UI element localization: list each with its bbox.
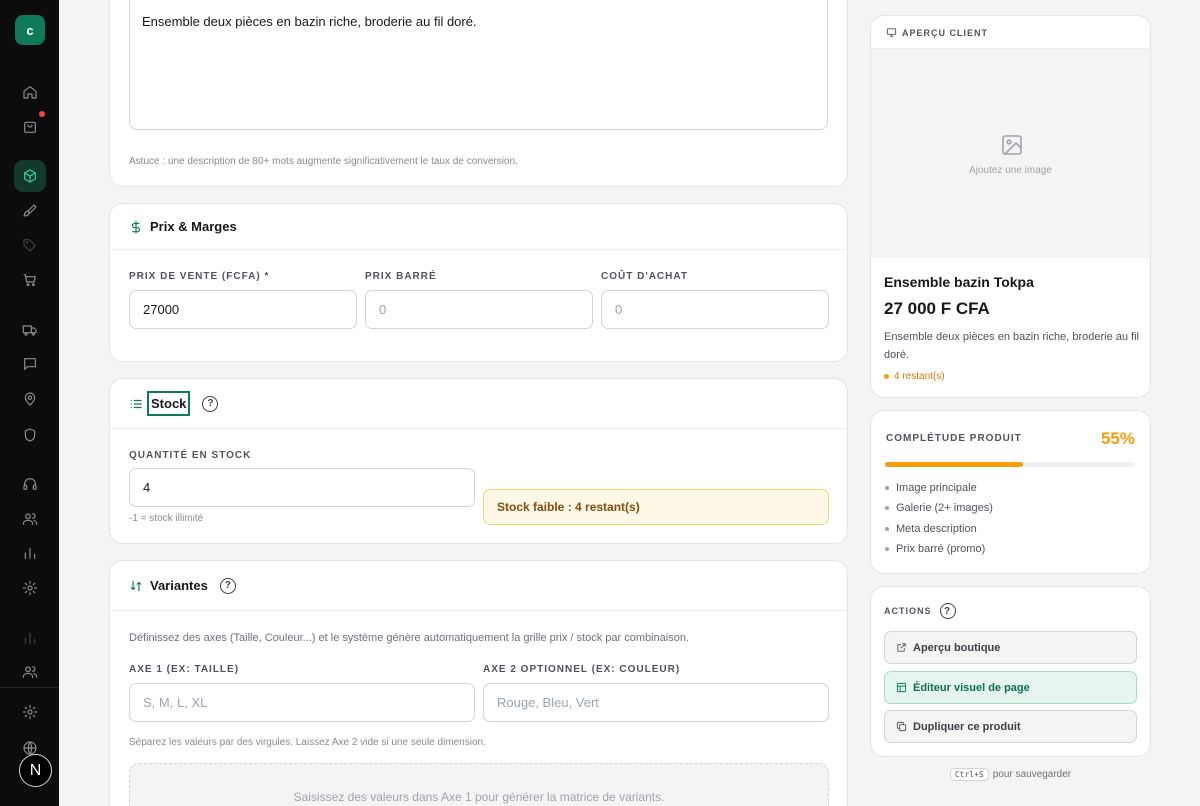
axis2-input[interactable]: Rouge, Bleu, Vert bbox=[483, 683, 829, 722]
box-icon[interactable] bbox=[18, 164, 42, 188]
bag-icon[interactable] bbox=[18, 115, 42, 139]
pricing-header: Prix & Marges bbox=[110, 204, 847, 250]
preview-header: APERÇU CLIENT bbox=[886, 27, 988, 38]
shortcut-key: Ctrl+S bbox=[949, 768, 989, 781]
description-textarea[interactable]: Ensemble deux pièces en bazin riche, bro… bbox=[129, 0, 828, 130]
brush-icon[interactable] bbox=[18, 199, 42, 223]
variants-card: Variantes ? Définissez des axes (Taille,… bbox=[109, 560, 848, 806]
gear-2-icon[interactable] bbox=[18, 700, 42, 724]
list-icon bbox=[130, 399, 142, 408]
chart-dim-icon[interactable] bbox=[18, 626, 42, 650]
actions-card: ACTIONS ? Aperçu boutique Éditeur visuel… bbox=[870, 586, 1151, 757]
shortcut-text: pour sauvegarder bbox=[992, 769, 1072, 780]
avatar[interactable]: N bbox=[19, 754, 52, 787]
external-link-icon bbox=[897, 643, 906, 652]
stock-title: Stock bbox=[147, 391, 191, 416]
struck-price-label: PRIX BARRÉ bbox=[365, 271, 437, 282]
preview-product-name: Ensemble bazin Tokpa bbox=[884, 274, 1034, 290]
users-2-icon[interactable] bbox=[18, 660, 42, 684]
preview-card: APERÇU CLIENT Ajoutez une image Ensemble… bbox=[870, 15, 1151, 398]
sidebar: c N bbox=[0, 0, 59, 806]
shield-icon[interactable] bbox=[18, 423, 42, 447]
variants-hint: Séparez les valeurs par des virgules. La… bbox=[129, 737, 486, 748]
preview-stock-note: 4 restant(s) bbox=[884, 371, 945, 382]
headset-icon[interactable] bbox=[18, 472, 42, 496]
preview-stock-text: 4 restant(s) bbox=[894, 371, 945, 382]
actions-header: ACTIONS ? bbox=[884, 603, 956, 619]
completeness-progress bbox=[885, 462, 1135, 467]
preview-price: 27 000 F CFA bbox=[884, 299, 990, 318]
description-hint: Astuce : une description de 80+ mots aug… bbox=[129, 156, 518, 167]
home-icon[interactable] bbox=[18, 80, 42, 104]
users-icon[interactable] bbox=[18, 507, 42, 531]
preview-description: Ensemble deux pièces en bazin riche, bro… bbox=[884, 331, 1139, 361]
axis2-label: AXE 2 OPTIONNEL (EX: COULEUR) bbox=[483, 664, 681, 675]
chart-icon[interactable] bbox=[18, 541, 42, 565]
completeness-card: COMPLÉTUDE PRODUIT 55% Image principale … bbox=[870, 410, 1151, 574]
variants-header: Variantes ? bbox=[110, 561, 847, 611]
variants-intro: Définissez des axes (Taille, Couleur...)… bbox=[129, 632, 690, 644]
image-icon bbox=[1000, 133, 1024, 157]
truck-icon[interactable] bbox=[18, 318, 42, 342]
gear-icon[interactable] bbox=[18, 576, 42, 600]
preview-image: Ajoutez une image bbox=[871, 48, 1150, 258]
completeness-progress-fill bbox=[885, 462, 1023, 467]
checklist-item: Prix barré (promo) bbox=[885, 543, 985, 555]
tag-icon[interactable] bbox=[18, 233, 42, 257]
dollar-icon bbox=[131, 220, 141, 233]
stock-qty-label: QUANTITÉ EN STOCK bbox=[129, 450, 252, 461]
brand-logo[interactable]: c bbox=[15, 15, 45, 45]
location-icon[interactable] bbox=[18, 387, 42, 411]
completeness-title: COMPLÉTUDE PRODUIT bbox=[886, 433, 1022, 444]
variants-title: Variantes bbox=[150, 578, 208, 593]
low-stock-alert: Stock faible : 4 restant(s) bbox=[483, 489, 829, 525]
notification-dot bbox=[39, 111, 45, 117]
monitor-icon bbox=[886, 28, 897, 37]
description-text: Ensemble deux pièces en bazin riche, bro… bbox=[142, 14, 477, 29]
layout-icon bbox=[896, 682, 907, 693]
sale-price-label: PRIX DE VENTE (FCFA) * bbox=[129, 271, 270, 282]
pricing-title: Prix & Marges bbox=[150, 219, 237, 234]
help-icon[interactable]: ? bbox=[219, 577, 236, 594]
axis1-input[interactable]: S, M, L, XL bbox=[129, 683, 475, 722]
struck-price-input[interactable]: 0 bbox=[365, 290, 593, 329]
shop-preview-button[interactable]: Aperçu boutique bbox=[884, 631, 1137, 664]
checklist-item: Meta description bbox=[885, 523, 977, 535]
chat-icon[interactable] bbox=[18, 352, 42, 376]
completeness-percent: 55% bbox=[1100, 429, 1135, 448]
help-icon[interactable]: ? bbox=[202, 395, 219, 412]
stock-qty-hint: -1 = stock illimité bbox=[129, 513, 204, 524]
save-shortcut-hint: Ctrl+S pour sauvegarder bbox=[870, 768, 1151, 781]
arrows-icon bbox=[130, 580, 142, 591]
variants-empty-text: Saisissez des valeurs dans Axe 1 pour gé… bbox=[293, 790, 665, 804]
sidebar-divider bbox=[0, 687, 59, 688]
visual-editor-button[interactable]: Éditeur visuel de page bbox=[884, 671, 1137, 704]
actions-title: ACTIONS bbox=[884, 606, 932, 616]
description-card: Ensemble deux pièces en bazin riche, bro… bbox=[109, 0, 848, 187]
help-icon[interactable]: ? bbox=[939, 603, 956, 619]
copy-icon bbox=[896, 721, 907, 732]
duplicate-button[interactable]: Dupliquer ce produit bbox=[884, 710, 1137, 743]
checklist-item: Image principale bbox=[885, 482, 977, 494]
cost-input[interactable]: 0 bbox=[601, 290, 829, 329]
cost-label: COÛT D'ACHAT bbox=[601, 271, 688, 282]
stock-qty-input[interactable]: 4 bbox=[129, 468, 475, 507]
preview-header-label: APERÇU CLIENT bbox=[902, 27, 989, 38]
stock-card: Stock ? QUANTITÉ EN STOCK 4 -1 = stock i… bbox=[109, 378, 848, 544]
stock-header: Stock ? bbox=[110, 379, 847, 429]
checklist-item: Galerie (2+ images) bbox=[885, 502, 993, 514]
axis1-label: AXE 1 (EX: TAILLE) bbox=[129, 664, 240, 675]
variants-empty-state: Saisissez des valeurs dans Axe 1 pour gé… bbox=[129, 763, 829, 806]
cart-icon[interactable] bbox=[18, 268, 42, 292]
stock-dot bbox=[884, 374, 889, 379]
pricing-card: Prix & Marges PRIX DE VENTE (FCFA) * 270… bbox=[109, 203, 848, 362]
image-placeholder-text: Ajoutez une image bbox=[969, 165, 1052, 176]
sale-price-input[interactable]: 27000 bbox=[129, 290, 357, 329]
